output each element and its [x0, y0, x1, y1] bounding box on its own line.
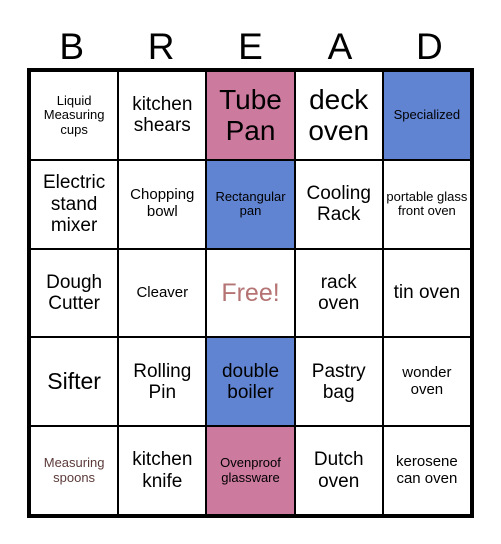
bingo-cell-r1-c3[interactable]: Tube Pan [206, 71, 295, 160]
bingo-cell-r4-c5[interactable]: wonder oven [382, 337, 471, 427]
bingo-cell-r4-c3[interactable]: double boiler [206, 337, 295, 427]
bingo-cell-r2-c5[interactable]: portable glass front oven [382, 159, 471, 249]
bingo-cell-r5-c3[interactable]: Ovenproof glassware [206, 426, 295, 515]
bingo-cell-r2-c4[interactable]: Cooling Rack [294, 159, 383, 249]
bingo-cell-r3-c2[interactable]: Cleaver [118, 248, 207, 338]
bingo-grid: Liquid Measuring cups kitchen shears Tube … [27, 68, 474, 518]
bingo-cell-label: tin oven [393, 282, 461, 304]
bingo-cell-label: Tube Pan [219, 84, 282, 147]
bingo-cell-label: kitchen shears [132, 94, 193, 137]
header-letter-3: E [238, 25, 263, 67]
bingo-cell-r1-c5[interactable]: Specialized [382, 71, 471, 160]
bingo-cell-r3-c1[interactable]: Dough Cutter [30, 248, 119, 338]
bingo-cell-label: Rectangular pan [215, 188, 286, 219]
bingo-cell-r5-c2[interactable]: kitchen knife [118, 426, 207, 515]
bingo-cell-label: Electric stand mixer [42, 172, 106, 236]
header-letter-4: A [327, 25, 353, 67]
bingo-cell-label: wonder oven [402, 363, 452, 398]
bingo-cell-label: kitchen knife [132, 449, 193, 492]
bingo-cell-r3-c5[interactable]: tin oven [382, 248, 471, 338]
header-letter-2: R [147, 25, 175, 67]
bingo-cell-r4-c4[interactable]: Pastry bag [294, 337, 383, 427]
bingo-card: B R E A D Liquid Measuring cups kitchen s… [0, 0, 501, 544]
bingo-cell-r2-c2[interactable]: Chopping bowl [118, 159, 207, 249]
bingo-cell-label: Cleaver [136, 283, 189, 301]
bingo-cell-r2-c3[interactable]: Rectangular pan [206, 159, 295, 249]
bingo-cell-r4-c1[interactable]: Sifter [30, 337, 119, 427]
bingo-cell-label: Liquid Measuring cups [43, 92, 105, 137]
bingo-cell-label: Measuring spoons [43, 455, 105, 485]
bingo-cell-label: kerosene can oven [396, 452, 458, 487]
bingo-cell-label: Pastry bag [311, 360, 366, 403]
header-letter-1: B [59, 25, 85, 67]
bingo-cell-label: Rolling Pin [133, 360, 192, 403]
bingo-cell-r1-c4[interactable]: deck oven [294, 71, 383, 160]
bingo-cell-r3-c3[interactable]: Free! [206, 248, 295, 338]
bingo-cell-r5-c1[interactable]: Measuring spoons [30, 426, 119, 515]
bingo-cell-r2-c1[interactable]: Electric stand mixer [30, 159, 119, 249]
bingo-cell-label: deck oven [308, 84, 370, 147]
bingo-cell-label: Cooling Rack [306, 182, 371, 226]
bingo-cell-label: Sifter [47, 367, 101, 394]
bingo-cell-label: Free! [221, 278, 280, 307]
bingo-cell-label: Dough Cutter [46, 271, 103, 314]
header-letter-5: D [415, 25, 443, 67]
bingo-cell-label: double boiler [221, 360, 280, 403]
bingo-header-row: B R E A D [27, 24, 474, 68]
bingo-cell-r5-c5[interactable]: kerosene can oven [382, 426, 471, 515]
bingo-cell-r4-c2[interactable]: Rolling Pin [118, 337, 207, 427]
bingo-cell-r1-c2[interactable]: kitchen shears [118, 71, 207, 160]
bingo-cell-label: Specialized [393, 107, 461, 123]
bingo-cell-label: rack oven [318, 271, 360, 314]
bingo-cell-r1-c1[interactable]: Liquid Measuring cups [30, 71, 119, 160]
bingo-cell-r3-c4[interactable]: rack oven [294, 248, 383, 338]
bingo-cell-r5-c4[interactable]: Dutch oven [294, 426, 383, 515]
bingo-cell-label: portable glass front oven [386, 188, 468, 219]
bingo-cell-label: Ovenproof glassware [220, 455, 281, 485]
bingo-cell-label: Dutch oven [313, 449, 364, 492]
bingo-cell-label: Chopping bowl [130, 186, 195, 221]
